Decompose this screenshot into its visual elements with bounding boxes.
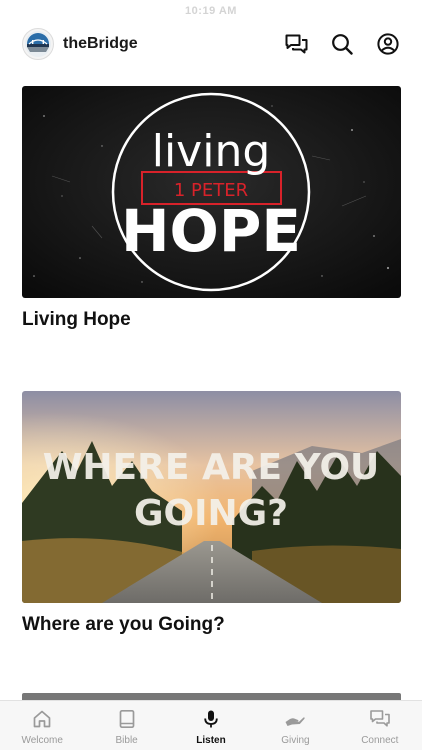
sermon-feed: living 1 PETER HOPE Living Hope WHERE AR… (22, 86, 401, 638)
tab-connect[interactable]: Connect (338, 701, 422, 750)
tab-connect-label: Connect (361, 735, 399, 746)
tab-listen-label: Listen (196, 735, 226, 746)
book-icon (116, 708, 138, 730)
sermon-card[interactable]: living 1 PETER HOPE Living Hope (22, 86, 401, 333)
bottom-tab-bar: Welcome Bible Listen Giving Connect (0, 700, 422, 750)
profile-button[interactable] (376, 32, 400, 56)
artwork-line-where-are-you: WHERE ARE YOU (43, 447, 380, 488)
tab-bible-label: Bible (115, 735, 138, 746)
artwork-word-hope: HOPE (121, 197, 301, 265)
tab-welcome[interactable]: Welcome (0, 701, 84, 750)
search-icon (332, 34, 353, 55)
bridge-logo-icon (25, 31, 51, 57)
account-icon (377, 33, 399, 55)
app-header: theBridge (0, 26, 422, 62)
where-are-you-going-artwork[interactable]: WHERE ARE YOU GOING? (22, 391, 401, 603)
living-hope-artwork[interactable]: living 1 PETER HOPE (22, 86, 401, 298)
sermon-card[interactable]: WHERE ARE YOU GOING? Where are you Going… (22, 391, 401, 638)
status-time: 10:19 AM (185, 5, 237, 17)
tab-giving[interactable]: Giving (253, 701, 337, 750)
tab-welcome-label: Welcome (21, 735, 63, 746)
artwork-line-going: GOING? (134, 493, 288, 534)
home-icon (31, 708, 53, 730)
artwork-word-living: living (152, 126, 271, 177)
status-bar: 10:19 AM (0, 0, 422, 22)
church-logo[interactable] (22, 28, 54, 60)
app-name: theBridge (63, 35, 138, 52)
messages-button[interactable] (284, 32, 308, 56)
tab-bible[interactable]: Bible (84, 701, 168, 750)
microphone-icon (200, 708, 222, 730)
sermon-title[interactable]: Where are you Going? (22, 614, 401, 638)
tab-giving-label: Giving (281, 735, 310, 746)
giving-hand-icon (284, 708, 306, 730)
tab-listen[interactable]: Listen (169, 701, 253, 750)
messages-icon (285, 34, 307, 53)
chat-bubbles-icon (369, 708, 391, 730)
search-button[interactable] (330, 32, 354, 56)
sermon-title[interactable]: Living Hope (22, 309, 401, 333)
